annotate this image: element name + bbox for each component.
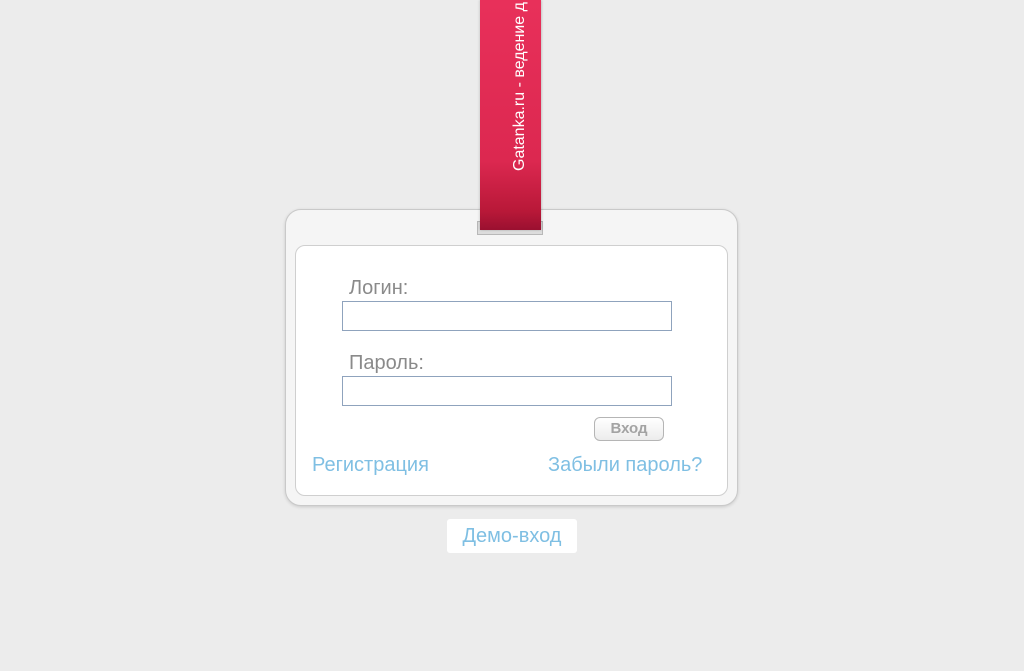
login-button[interactable]: Вход xyxy=(594,417,664,441)
register-link[interactable]: Регистрация xyxy=(312,453,429,477)
password-input[interactable] xyxy=(342,376,672,406)
forgot-password-link[interactable]: Забыли пароль? xyxy=(548,453,702,477)
lanyard-ribbon: Gatanka.ru - ведение д xyxy=(480,0,541,230)
ribbon-text: Gatanka.ru - ведение д xyxy=(511,2,528,171)
login-input[interactable] xyxy=(342,301,672,331)
demo-login-box: Демо-вход xyxy=(447,519,577,553)
demo-login-link[interactable]: Демо-вход xyxy=(463,524,562,548)
